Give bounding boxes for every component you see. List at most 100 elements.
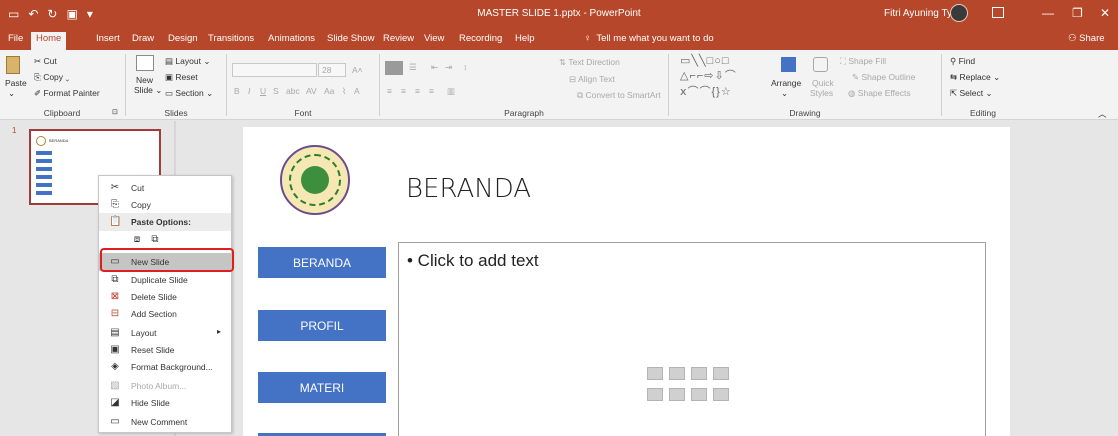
- cut-button[interactable]: ✂ Cut: [34, 56, 57, 67]
- shape-outline-button[interactable]: ✎ Shape Outline: [852, 72, 915, 83]
- paste-keep-format-icon[interactable]: ⧈: [131, 234, 143, 246]
- arrange-chevron-icon[interactable]: ⌄: [781, 88, 788, 99]
- ribbon-display-options-icon[interactable]: [992, 7, 1004, 18]
- paste-picture-icon[interactable]: ⧉: [149, 234, 161, 246]
- arrange-icon[interactable]: [781, 57, 796, 72]
- tab-recording[interactable]: Recording: [459, 33, 502, 44]
- menu-item-layout[interactable]: ▤ Layout ▸: [99, 324, 231, 342]
- layout-button[interactable]: ▤ Layout ⌄: [165, 56, 210, 67]
- shape-fill-button[interactable]: ⛶ Shape Fill: [840, 56, 886, 67]
- char-spacing-icon[interactable]: AV: [306, 86, 317, 96]
- quick-styles-line1[interactable]: Quick: [812, 78, 834, 88]
- numbering-icon[interactable]: ☰: [409, 62, 417, 73]
- quick-styles-line2[interactable]: Styles: [810, 88, 833, 98]
- tab-view[interactable]: View: [424, 33, 444, 44]
- tab-review[interactable]: Review: [383, 33, 414, 44]
- new-slide-button[interactable]: Slide ⌄: [134, 85, 162, 96]
- restore-icon[interactable]: ❐: [1072, 6, 1083, 20]
- insert-smartart-icon[interactable]: [691, 367, 707, 380]
- underline-icon[interactable]: U: [260, 86, 266, 96]
- font-name-combo[interactable]: [232, 63, 317, 77]
- menu-item-add-section[interactable]: ⊟ Add Section: [99, 305, 231, 323]
- columns-icon[interactable]: ▥: [447, 86, 455, 97]
- replace-button[interactable]: ⇆ Replace ⌄: [950, 72, 1000, 83]
- close-icon[interactable]: ✕: [1100, 6, 1110, 20]
- align-center-icon[interactable]: ≡: [401, 86, 406, 96]
- quick-styles-icon[interactable]: [813, 57, 828, 72]
- shape-effects-button[interactable]: ◍ Shape Effects: [848, 88, 911, 99]
- italic-icon[interactable]: I: [248, 86, 250, 96]
- collapse-ribbon-icon[interactable]: ︿: [1098, 108, 1107, 120]
- align-right-icon[interactable]: ≡: [415, 86, 420, 96]
- font-color-icon[interactable]: A: [354, 86, 360, 96]
- change-case-button[interactable]: Aa: [324, 86, 334, 96]
- convert-smartart-button[interactable]: ⧉ Convert to SmartArt: [577, 90, 661, 101]
- tab-animations[interactable]: Animations: [268, 33, 315, 44]
- menu-item-label: Photo Album...: [131, 381, 187, 391]
- select-button[interactable]: ⇱ Select ⌄: [950, 88, 993, 99]
- dialog-launcher-icon[interactable]: ⊡: [112, 108, 118, 116]
- insert-icon-icon[interactable]: [713, 388, 729, 401]
- align-text-button[interactable]: ⊟ Align Text: [569, 74, 615, 85]
- arrange-button[interactable]: Arrange: [771, 78, 801, 88]
- format-painter-button[interactable]: ✐ Format Painter: [34, 88, 100, 99]
- grow-font-icon[interactable]: A˄: [352, 65, 363, 75]
- menu-item-new-comment[interactable]: ▭ New Comment: [99, 413, 231, 431]
- menu-item-cut[interactable]: ✂ Cut: [99, 179, 231, 197]
- increase-indent-icon[interactable]: ⇥: [445, 62, 452, 73]
- section-button[interactable]: ▭ Section ⌄: [165, 88, 213, 99]
- reset-button[interactable]: ▣ Reset: [165, 72, 198, 83]
- content-placeholder[interactable]: • Click to add text: [398, 242, 986, 436]
- thumbnail-button: [36, 175, 52, 179]
- strikethrough-icon[interactable]: abc: [286, 86, 300, 96]
- tab-insert[interactable]: Insert: [96, 33, 120, 44]
- menu-item-hide-slide[interactable]: ◪ Hide Slide: [99, 394, 231, 412]
- paste-icon[interactable]: [6, 56, 20, 74]
- menu-item-copy[interactable]: ⎘ Copy: [99, 196, 231, 214]
- menu-item-duplicate-slide[interactable]: ⧉ Duplicate Slide: [99, 271, 231, 289]
- slide-button-materi[interactable]: MATERI: [258, 372, 386, 403]
- insert-3d-model-icon[interactable]: [713, 367, 729, 380]
- slide-button-beranda[interactable]: BERANDA: [258, 247, 386, 278]
- tab-slide-show[interactable]: Slide Show: [327, 33, 375, 44]
- decrease-indent-icon[interactable]: ⇤: [431, 62, 438, 73]
- tab-home[interactable]: Home: [31, 32, 67, 50]
- shapes-gallery[interactable]: ▭╲╲□○□ △⌐⌐⇨⇩⌒ ⅹ⌒⌒{}☆: [680, 54, 737, 99]
- tab-transitions[interactable]: Transitions: [208, 33, 254, 44]
- find-button[interactable]: ⚲ Find: [950, 56, 975, 67]
- slide-canvas[interactable]: BERANDA BERANDA PROFIL MATERI • Click to…: [243, 127, 1010, 436]
- font-size-value: 28: [322, 65, 332, 75]
- justify-icon[interactable]: ≡: [429, 86, 434, 96]
- bullets-icon[interactable]: [385, 61, 403, 75]
- tab-file[interactable]: File: [8, 33, 23, 44]
- menu-item-delete-slide[interactable]: ⊠ Delete Slide: [99, 288, 231, 306]
- new-slide-line1[interactable]: New: [136, 75, 153, 85]
- text-direction-button[interactable]: ⇅ Text Direction: [559, 57, 620, 68]
- insert-chart-icon[interactable]: [669, 367, 685, 380]
- slide-button-profil[interactable]: PROFIL: [258, 310, 386, 341]
- insert-online-picture-icon[interactable]: [669, 388, 685, 401]
- tab-design[interactable]: Design: [168, 33, 198, 44]
- highlight-icon[interactable]: ⌇: [342, 86, 346, 97]
- slide-title[interactable]: BERANDA: [406, 174, 531, 204]
- menu-item-format-background[interactable]: ◈ Format Background...: [99, 358, 231, 376]
- font-size-combo[interactable]: 28: [318, 63, 346, 77]
- insert-table-icon[interactable]: [647, 367, 663, 380]
- insert-picture-icon[interactable]: [647, 388, 663, 401]
- minimize-icon[interactable]: —: [1042, 6, 1054, 20]
- menu-item-reset-slide[interactable]: ▣ Reset Slide: [99, 341, 231, 359]
- shadow-icon[interactable]: S: [273, 86, 279, 96]
- avatar[interactable]: [950, 4, 968, 22]
- tab-draw[interactable]: Draw: [132, 33, 154, 44]
- line-spacing-icon[interactable]: ↕: [463, 62, 467, 72]
- paste-chevron-icon[interactable]: ⌄: [8, 88, 15, 99]
- tell-me-search[interactable]: ♀ Tell me what you want to do: [584, 33, 714, 44]
- copy-button[interactable]: ⎘ Copy ⌄: [34, 72, 69, 83]
- insert-video-icon[interactable]: [691, 388, 707, 401]
- paste-button[interactable]: Paste: [5, 78, 27, 88]
- align-left-icon[interactable]: ≡: [387, 86, 392, 96]
- share-button[interactable]: ⚇ Share: [1068, 33, 1105, 44]
- new-slide-icon[interactable]: [136, 55, 154, 71]
- bold-icon[interactable]: B: [234, 86, 240, 96]
- tab-help[interactable]: Help: [515, 33, 535, 44]
